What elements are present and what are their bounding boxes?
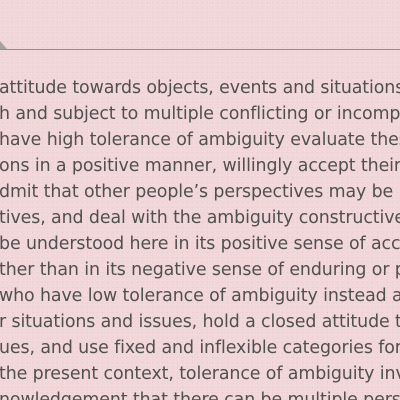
body-line: dmit that other people’s perspectives ma… — [0, 182, 394, 202]
body-line: attitude towards objects, events and sit… — [0, 78, 400, 98]
body-line: who have low tolerance of ambiguity inst… — [0, 286, 400, 306]
body-line: r situations and issues, hold a closed a… — [0, 312, 400, 332]
body-line: ons in a positive manner, willingly acce… — [0, 156, 400, 176]
body-line: tives, and deal with the ambiguity const… — [0, 208, 400, 228]
header-rule — [0, 49, 400, 50]
body-line: the present context, tolerance of ambigu… — [0, 364, 400, 384]
triangle-marker-icon — [0, 41, 7, 49]
body-line: be understood here in its positive sense… — [0, 234, 400, 254]
body-line: ther than in its negative sense of endur… — [0, 260, 400, 280]
body-line: nowledgement that there can be multiple … — [0, 390, 400, 400]
body-line: ues, and use fixed and inflexible catego… — [0, 338, 400, 358]
document-body: attitude towards objects, events and sit… — [0, 75, 400, 400]
body-line: have high tolerance of ambiguity evaluat… — [0, 130, 400, 150]
body-line: h and subject to multiple conflicting or… — [0, 104, 400, 124]
